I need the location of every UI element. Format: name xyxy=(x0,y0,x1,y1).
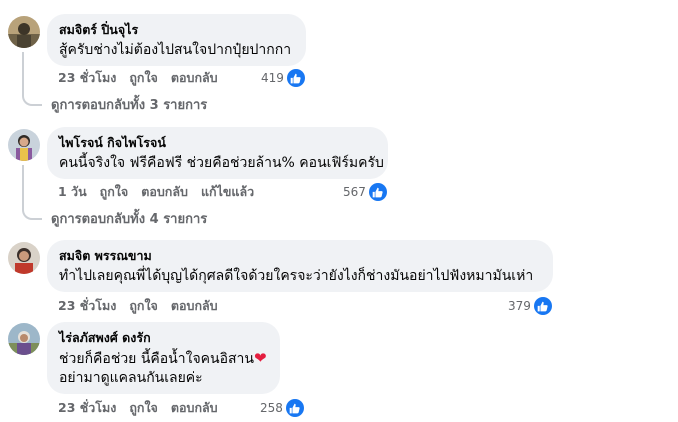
like-button[interactable]: ถูกใจ xyxy=(129,298,158,314)
comment-author[interactable]: ไร่ลภัสพงศ์ ดงรัก xyxy=(59,330,268,346)
profile-photo-icon xyxy=(8,16,40,48)
comment-author[interactable]: ไพโรจน์ กิจไพโรจน์ xyxy=(59,135,376,151)
profile-photo-icon xyxy=(8,129,40,161)
reaction-summary[interactable]: 419 xyxy=(261,69,305,87)
thumbs-up-icon xyxy=(368,183,387,201)
reply-button[interactable]: ตอบกลับ xyxy=(141,184,188,200)
reply-button[interactable]: ตอบกลับ xyxy=(171,298,218,314)
view-replies-link[interactable]: ดูการตอบกลับทั้ง 4 รายการ xyxy=(51,211,207,229)
like-button[interactable]: ถูกใจ xyxy=(129,400,158,416)
comment-author[interactable]: สมจิตร์ ปิ่นจุไร xyxy=(59,22,294,38)
avatar[interactable] xyxy=(8,129,40,161)
comment-text: ทำไปเลยคุณพี่ได้บุญได้กุศลดีใจด้วยใครจะว… xyxy=(59,268,534,284)
reaction-summary[interactable]: 567 xyxy=(343,183,387,201)
like-button[interactable]: ถูกใจ xyxy=(100,184,129,200)
comment-text: ช่วยก็คือช่วย นี้คือน้ำใจคนอิสาน xyxy=(59,351,254,367)
comment-actions: 23 ชั่วโมง ถูกใจ ตอบกลับ xyxy=(58,298,231,314)
reply-button[interactable]: ตอบกลับ xyxy=(171,70,218,86)
avatar[interactable] xyxy=(8,323,40,355)
profile-photo-icon xyxy=(8,323,40,355)
comment-text: คนนี้จริงใจ ฟรีคือฟรี ช่วยคือช่วยล้าน% ค… xyxy=(59,155,384,171)
reaction-count: 567 xyxy=(343,185,366,199)
comment-text: อย่ามาดูแคลนกันเลยค่ะ xyxy=(59,370,203,386)
comments-section: สมจิตร์ ปิ่นจุไร สู้ครับช่างไม่ต้องไปสนใ… xyxy=(0,0,678,422)
profile-photo-icon xyxy=(8,242,40,274)
thread-connector xyxy=(22,165,42,220)
reaction-count: 258 xyxy=(260,401,283,415)
comment-actions: 23 ชั่วโมง ถูกใจ ตอบกลับ xyxy=(58,400,231,416)
comment-time[interactable]: 1 วัน xyxy=(58,184,87,200)
comment-text: สู้ครับช่างไม่ต้องไปสนใจปากปุ๋ยปากกา xyxy=(59,42,292,58)
reaction-count: 379 xyxy=(508,299,531,313)
avatar[interactable] xyxy=(8,242,40,274)
reply-button[interactable]: ตอบกลับ xyxy=(171,400,218,416)
comment-bubble: ไพโรจน์ กิจไพโรจน์ คนนี้จริงใจ ฟรีคือฟรี… xyxy=(47,127,388,179)
comment-bubble: สมจิต พรรณขาม ทำไปเลยคุณพี่ได้บุญได้กุศล… xyxy=(47,240,553,292)
like-button[interactable]: ถูกใจ xyxy=(129,70,158,86)
reaction-count: 419 xyxy=(261,71,284,85)
heart-emoji-icon: ❤ xyxy=(253,349,267,367)
reaction-summary[interactable]: 258 xyxy=(260,399,304,417)
comment-bubble: ไร่ลภัสพงศ์ ดงรัก ช่วยก็คือช่วย นี้คือน้… xyxy=(47,322,280,394)
avatar[interactable] xyxy=(8,16,40,48)
comment-time[interactable]: 23 ชั่วโมง xyxy=(58,400,116,416)
comment-author[interactable]: สมจิต พรรณขาม xyxy=(59,248,541,264)
comment-time[interactable]: 23 ชั่วโมง xyxy=(58,298,116,314)
edited-label: แก้ไขแล้ว xyxy=(200,184,255,199)
comment-time[interactable]: 23 ชั่วโมง xyxy=(58,70,116,86)
thumbs-up-icon xyxy=(286,69,305,87)
view-replies-link[interactable]: ดูการตอบกลับทั้ง 3 รายการ xyxy=(51,97,207,115)
thread-connector xyxy=(22,52,42,106)
comment-actions: 1 วัน ถูกใจ ตอบกลับ แก้ไขแล้ว xyxy=(58,184,267,200)
comment-bubble: สมจิตร์ ปิ่นจุไร สู้ครับช่างไม่ต้องไปสนใ… xyxy=(47,14,306,66)
reaction-summary[interactable]: 379 xyxy=(508,297,552,315)
thumbs-up-icon xyxy=(285,399,304,417)
comment-actions: 23 ชั่วโมง ถูกใจ ตอบกลับ xyxy=(58,70,231,86)
thumbs-up-icon xyxy=(533,297,552,315)
